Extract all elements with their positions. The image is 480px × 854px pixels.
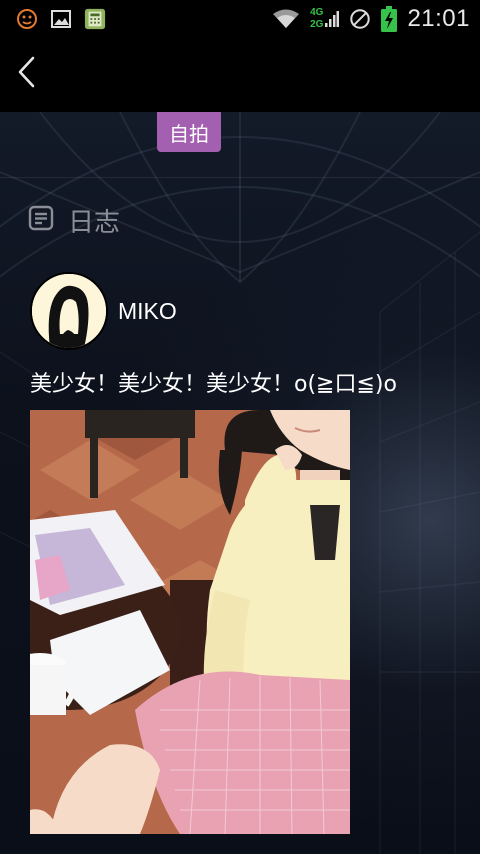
anime-girl-illustration	[30, 410, 350, 834]
status-bar: 4G 2G 21:01	[0, 0, 480, 38]
clock: 21:01	[407, 5, 470, 32]
post-text: 美少女！美少女！美少女！o(≧口≦)o	[30, 372, 397, 397]
author-name[interactable]: MIKO	[118, 298, 177, 325]
notification-face-icon	[16, 8, 38, 30]
no-sim-icon	[349, 8, 371, 30]
category-tag[interactable]: 自拍	[157, 112, 221, 152]
section-title: 日志	[68, 207, 121, 238]
calculator-app-icon	[84, 8, 106, 30]
image-icon	[50, 8, 72, 30]
network-type: 4G 2G	[310, 8, 323, 30]
status-bar-right: 4G 2G 21:01	[272, 0, 470, 38]
status-bar-left	[0, 8, 106, 30]
wifi-icon	[272, 8, 300, 30]
signal-bars-icon	[325, 8, 340, 30]
post-image[interactable]	[30, 410, 350, 834]
network-type-bottom: 2G	[310, 19, 324, 30]
back-button[interactable]	[4, 52, 48, 96]
section-header: 日志	[28, 200, 120, 240]
app-bar	[0, 38, 480, 112]
divider	[0, 177, 480, 178]
network-type-top: 4G	[310, 7, 324, 18]
avatar-image	[32, 274, 106, 348]
battery-charging-icon	[381, 6, 398, 32]
avatar[interactable]	[30, 272, 108, 350]
post-author[interactable]: MIKO	[30, 272, 177, 350]
journal-icon	[28, 205, 54, 235]
back-arrow-icon	[16, 55, 36, 93]
